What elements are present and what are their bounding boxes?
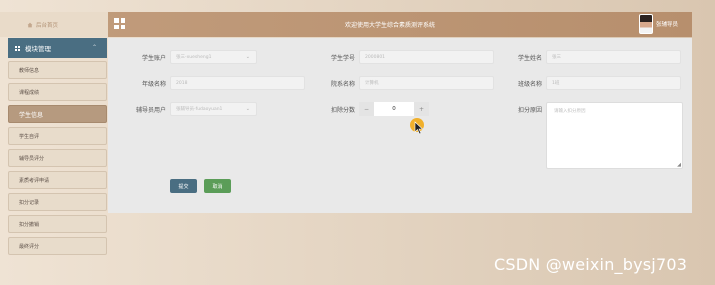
home-link[interactable]: 后台首页 [0, 12, 108, 37]
mouse-cursor-icon [414, 121, 424, 135]
sidebar-item-student-info[interactable]: 学生信息 [8, 105, 107, 123]
field-label: 辅导员用户 [135, 106, 166, 114]
field-value: 张三-xuesheng1 [176, 55, 212, 60]
field-value: 张三 [552, 55, 561, 60]
home-label: 后台首页 [36, 22, 59, 29]
cancel-button[interactable]: 取消 [204, 179, 231, 193]
sidebar-item-label: 扣分记录 [19, 199, 40, 206]
resize-grip-icon[interactable]: ◢ [677, 162, 681, 168]
sidebar-item-label: 辅导员评分 [19, 155, 45, 162]
student-form-panel: 学生账户 张三-xuesheng1 ⌄ 学生学号 2000801 学生姓名 张三… [108, 38, 692, 213]
sidebar-item-label: 学生自评 [19, 133, 40, 140]
deduct-points-input[interactable]: 0 [374, 102, 414, 116]
field-value: 张辅导员-fudaoyuan1 [176, 107, 223, 112]
chevron-down-icon: ⌄ [245, 54, 250, 60]
chevron-up-icon: ⌃ [91, 44, 97, 51]
avatar [639, 14, 653, 34]
field-grade-name: 年级名称 2018 [122, 76, 305, 90]
chevron-down-icon: ⌄ [245, 106, 250, 112]
grade-name-input[interactable]: 2018 [170, 76, 305, 90]
student-number-input[interactable]: 2000801 [359, 50, 494, 64]
student-name-input[interactable]: 张三 [546, 50, 681, 64]
watermark: CSDN @weixin_bysj703 [494, 255, 688, 274]
sidebar-item-student-self-eval[interactable]: 学生自评 [8, 127, 107, 145]
submit-button[interactable]: 提交 [170, 179, 197, 193]
menu-toggle-icon[interactable] [114, 18, 125, 29]
department-name-input[interactable]: 计算机 [359, 76, 494, 90]
field-label: 学生姓名 [517, 54, 542, 62]
decrement-button[interactable]: − [359, 102, 374, 116]
counselor-user-select[interactable]: 张辅导员-fudaoyuan1 ⌄ [170, 102, 257, 116]
module-grid-icon [15, 45, 20, 51]
field-label: 学生账户 [141, 54, 166, 62]
field-value: 1班 [552, 81, 560, 86]
increment-button[interactable]: + [414, 102, 429, 116]
field-value: 计算机 [365, 81, 379, 86]
app-title: 欢迎使用大学生综合素质测评系统 [345, 22, 436, 29]
sidebar: 模块管理 ⌃ 教师信息 课程成绩 学生信息 学生自评 辅导员评分 素质考评申请 … [8, 38, 107, 280]
sidebar-item-deduction-record[interactable]: 扣分记录 [8, 193, 107, 211]
sidebar-item-label: 最终评分 [19, 243, 40, 250]
sidebar-item-final-score[interactable]: 最终评分 [8, 237, 107, 255]
field-label: 年级名称 [141, 80, 166, 88]
app-background: 后台首页 欢迎使用大学生综合素质测评系统 张辅导员 模块管理 ⌃ 教师信息 课程… [0, 0, 715, 285]
textarea-placeholder: 请输入扣分原因 [554, 109, 586, 114]
sidebar-item-teacher-info[interactable]: 教师信息 [8, 61, 107, 79]
field-label: 扣除分数 [330, 106, 355, 114]
field-label: 扣分原因 [517, 107, 542, 114]
field-student-name: 学生姓名 张三 [508, 50, 681, 64]
field-department-name: 院系名称 计算机 [320, 76, 494, 90]
class-name-input[interactable]: 1班 [546, 76, 681, 90]
field-value: 2018 [176, 80, 188, 86]
student-account-select[interactable]: 张三-xuesheng1 ⌄ [170, 50, 257, 64]
user-name: 张辅导员 [656, 22, 679, 28]
module-label: 模块管理 [25, 45, 51, 53]
field-deduct-reason: 扣分原因 请输入扣分原因 ◢ [508, 102, 683, 169]
sidebar-item-label: 学生信息 [19, 111, 44, 119]
field-label: 班级名称 [517, 80, 542, 88]
field-label: 学生学号 [330, 54, 355, 62]
sidebar-item-deduction-revoke[interactable]: 扣分撤销 [8, 215, 107, 233]
sidebar-item-label: 素质考评申请 [19, 177, 50, 184]
home-icon [27, 22, 33, 27]
deduct-reason-textarea[interactable]: 请输入扣分原因 ◢ [546, 102, 683, 169]
field-counselor-user: 辅导员用户 张辅导员-fudaoyuan1 ⌄ [122, 102, 257, 116]
field-label: 院系名称 [330, 80, 355, 88]
field-student-number: 学生学号 2000801 [320, 50, 494, 64]
sidebar-module-header[interactable]: 模块管理 ⌃ [8, 38, 107, 58]
user-menu[interactable]: 张辅导员 [639, 14, 678, 34]
field-student-account: 学生账户 张三-xuesheng1 ⌄ [122, 50, 257, 64]
sidebar-item-course-grades[interactable]: 课程成绩 [8, 83, 107, 101]
sidebar-item-counselor-score[interactable]: 辅导员评分 [8, 149, 107, 167]
deduct-points-stepper: − 0 + [359, 102, 429, 116]
sidebar-item-label: 教师信息 [19, 67, 40, 74]
field-class-name: 班级名称 1班 [508, 76, 681, 90]
field-deduct-points: 扣除分数 − 0 + [320, 102, 429, 116]
sidebar-item-label: 课程成绩 [19, 89, 40, 96]
sidebar-item-quality-eval-apply[interactable]: 素质考评申请 [8, 171, 107, 189]
field-value: 2000801 [365, 54, 386, 60]
sidebar-item-label: 扣分撤销 [19, 221, 40, 228]
top-bar: 后台首页 欢迎使用大学生综合素质测评系统 张辅导员 [0, 12, 692, 37]
